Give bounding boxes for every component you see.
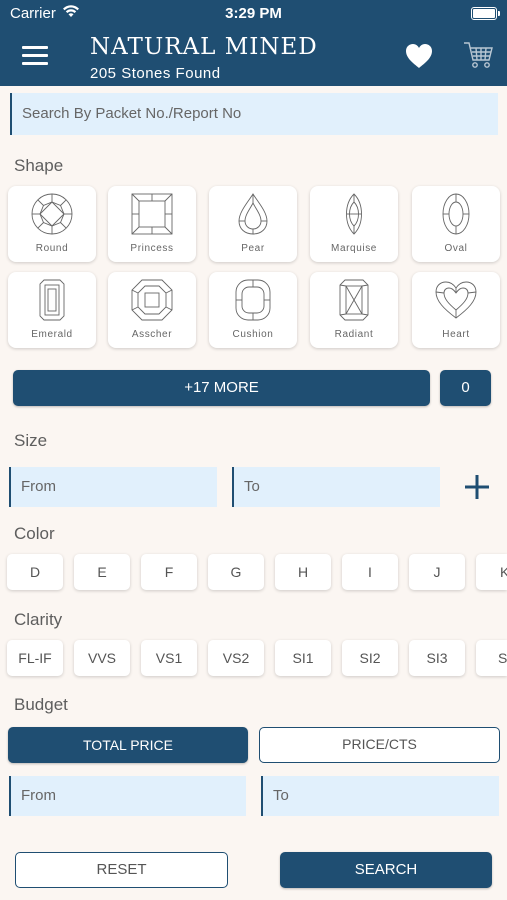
shape-label: Emerald xyxy=(31,329,73,340)
shape-label: Pear xyxy=(241,243,265,254)
shape-label: Cushion xyxy=(232,329,274,340)
color-chip[interactable]: K xyxy=(476,554,507,590)
color-chip[interactable]: J xyxy=(409,554,465,590)
shape-pear[interactable]: Pear xyxy=(209,186,297,262)
clarity-chip[interactable]: SI1 xyxy=(275,640,331,676)
shape-section-label: Shape xyxy=(14,156,64,175)
color-chip[interactable]: E xyxy=(74,554,130,590)
shape-emerald[interactable]: Emerald xyxy=(8,272,96,348)
shape-cushion[interactable]: Cushion xyxy=(209,272,297,348)
clarity-chip[interactable]: FL-IF xyxy=(7,640,63,676)
clock: 3:29 PM xyxy=(225,5,282,22)
shape-princess[interactable]: Princess xyxy=(108,186,196,262)
battery-icon xyxy=(471,7,500,20)
shape-radiant[interactable]: Radiant xyxy=(310,272,398,348)
shape-label: Asscher xyxy=(131,329,173,340)
clarity-chip[interactable]: SI2 xyxy=(342,640,398,676)
clarity-chip[interactable]: VS2 xyxy=(208,640,264,676)
shape-asscher[interactable]: Asscher xyxy=(108,272,196,348)
color-chip[interactable]: D xyxy=(7,554,63,590)
shape-label: Round xyxy=(35,243,69,254)
clarity-section-label: Clarity xyxy=(14,610,63,629)
page-title: NATURAL MINED xyxy=(90,34,318,60)
total-price-toggle[interactable]: TOTAL PRICE xyxy=(8,727,248,763)
selected-shapes-count[interactable]: 0 xyxy=(440,370,491,406)
shape-marquise[interactable]: Marquise xyxy=(310,186,398,262)
size-to-input[interactable]: To xyxy=(232,467,440,507)
pear-diamond-icon xyxy=(238,193,268,235)
budget-section-label: Budget xyxy=(14,695,68,714)
emerald-diamond-icon xyxy=(39,279,65,321)
add-size-range-icon[interactable] xyxy=(462,472,492,502)
cushion-diamond-icon xyxy=(235,279,271,321)
clarity-chip[interactable]: SI4 xyxy=(476,640,507,676)
search-button[interactable]: SEARCH xyxy=(280,852,492,888)
app-header: NATURAL MINED 205 Stones Found xyxy=(0,28,507,86)
budget-to-input[interactable]: To xyxy=(261,776,499,816)
shape-label: Princess xyxy=(130,243,174,254)
hamburger-menu-icon[interactable] xyxy=(22,46,48,66)
shape-label: Marquise xyxy=(331,243,377,254)
shape-label: Oval xyxy=(444,243,468,254)
cart-icon[interactable] xyxy=(462,39,494,71)
heart-icon[interactable] xyxy=(404,41,434,71)
search-input[interactable]: Search By Packet No./Report No xyxy=(10,93,498,135)
shape-round[interactable]: Round xyxy=(8,186,96,262)
clarity-chip[interactable]: VVS xyxy=(74,640,130,676)
round-diamond-icon xyxy=(31,193,73,235)
color-chip[interactable]: H xyxy=(275,554,331,590)
asscher-diamond-icon xyxy=(131,279,173,321)
heart-diamond-icon xyxy=(435,281,477,319)
color-chip[interactable]: I xyxy=(342,554,398,590)
budget-from-input[interactable]: From xyxy=(9,776,246,816)
shape-label: Heart xyxy=(442,329,470,340)
oval-diamond-icon xyxy=(442,193,470,235)
shape-label: Radiant xyxy=(334,329,374,340)
marquise-diamond-icon xyxy=(346,193,362,235)
reset-button[interactable]: RESET xyxy=(15,852,228,888)
more-shapes-button[interactable]: +17 MORE xyxy=(13,370,430,406)
clarity-chip[interactable]: VS1 xyxy=(141,640,197,676)
color-chip[interactable]: F xyxy=(141,554,197,590)
color-chip[interactable]: G xyxy=(208,554,264,590)
shape-heart[interactable]: Heart xyxy=(412,272,500,348)
size-section-label: Size xyxy=(14,431,48,450)
clarity-chip[interactable]: SI3 xyxy=(409,640,465,676)
size-from-input[interactable]: From xyxy=(9,467,217,507)
shape-oval[interactable]: Oval xyxy=(412,186,500,262)
stones-found-count: 205 Stones Found xyxy=(90,65,221,82)
color-section-label: Color xyxy=(14,524,55,543)
status-bar: Carrier 3:29 PM xyxy=(0,0,507,28)
price-per-carat-toggle[interactable]: PRICE/CTS xyxy=(259,727,500,763)
radiant-diamond-icon xyxy=(339,279,369,321)
princess-diamond-icon xyxy=(131,193,173,235)
